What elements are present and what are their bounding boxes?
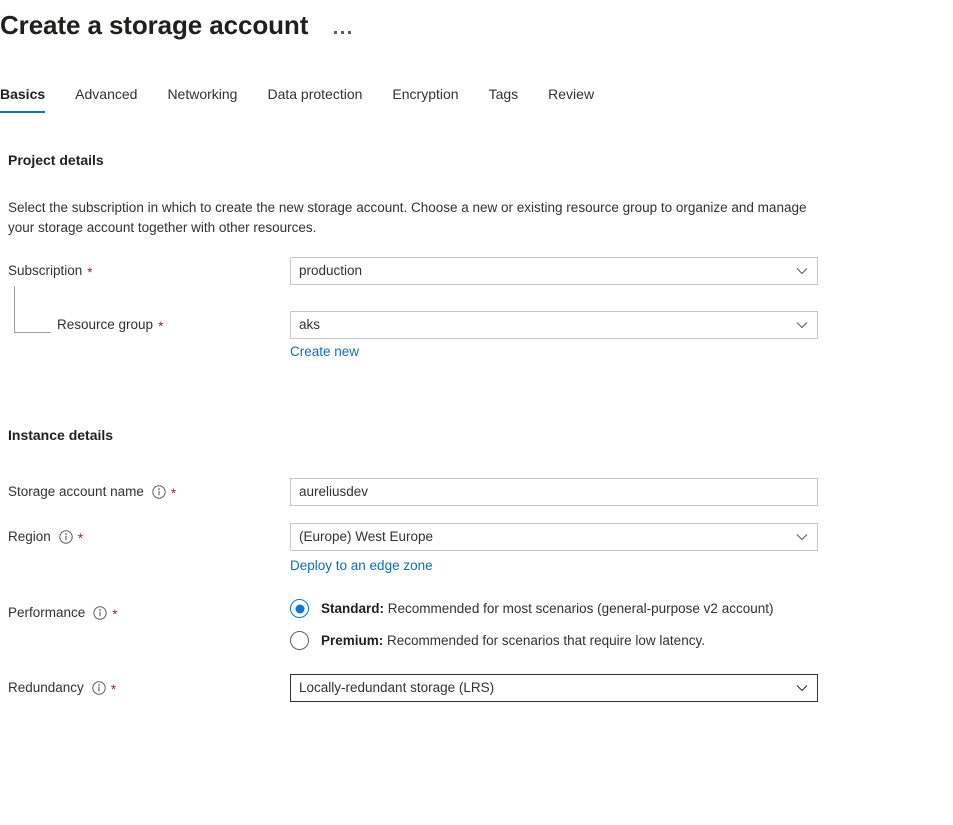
redundancy-value: Locally-redundant storage (LRS) — [299, 680, 495, 695]
subscription-control: production — [290, 257, 953, 285]
redundancy-required-asterisk: * — [110, 682, 117, 698]
performance-option-premium-name: Premium: — [321, 633, 384, 648]
resource-group-dropdown[interactable]: aks — [290, 311, 818, 339]
subscription-required-asterisk: * — [87, 265, 93, 281]
tab-networking[interactable]: Networking — [167, 84, 237, 113]
ellipsis-icon[interactable] — [334, 12, 352, 38]
radio-premium[interactable] — [290, 631, 309, 650]
storage-account-name-value: aureliusdev — [299, 484, 369, 499]
redundancy-label-text: Redundancy — [8, 680, 84, 695]
tab-encryption[interactable]: Encryption — [392, 84, 458, 113]
project-details-description: Select the subscription in which to crea… — [8, 200, 807, 235]
performance-label-text: Performance — [8, 605, 86, 620]
region-label: Region * — [0, 523, 290, 547]
performance-option-standard[interactable]: Standard: Recommended for most scenarios… — [290, 599, 953, 618]
subscription-label: Subscription * — [0, 257, 290, 281]
radio-standard[interactable] — [290, 599, 309, 618]
storage-account-name-input[interactable]: aureliusdev — [290, 478, 818, 506]
redundancy-control: Locally-redundant storage (LRS) — [290, 674, 953, 702]
region-control: (Europe) West Europe Deploy to an edge z… — [290, 523, 953, 576]
subscription-value: production — [299, 263, 363, 278]
resource-group-row: Resource group * aks Create new — [0, 286, 953, 362]
storage-account-name-label-text: Storage account name — [8, 484, 144, 499]
performance-option-standard-label: Standard: Recommended for most scenarios… — [321, 599, 773, 618]
resource-group-label: Resource group * — [0, 311, 290, 335]
region-label-text: Region — [8, 529, 51, 544]
subscription-row: Subscription * production — [0, 257, 953, 285]
performance-option-premium[interactable]: Premium: Recommended for scenarios that … — [290, 631, 953, 650]
performance-label: Performance * — [0, 599, 290, 623]
tab-review[interactable]: Review — [548, 84, 594, 113]
chevron-down-icon — [796, 531, 808, 543]
resource-group-label-text: Resource group — [57, 317, 154, 332]
redundancy-row: Redundancy * Locally-redundant storage (… — [0, 674, 953, 702]
info-icon[interactable] — [93, 606, 107, 620]
subscription-dropdown[interactable]: production — [290, 257, 818, 285]
redundancy-dropdown[interactable]: Locally-redundant storage (LRS) — [290, 674, 818, 702]
instance-details-heading: Instance details — [8, 427, 114, 443]
page-title: Create a storage account — [0, 10, 309, 40]
region-row: Region * (Europe) West Europe Deploy to … — [0, 523, 953, 576]
resource-group-control: aks Create new — [290, 311, 953, 362]
performance-option-standard-description: Recommended for most scenarios (general-… — [387, 601, 774, 616]
ellipsis-dot — [348, 31, 352, 34]
storage-account-name-required-asterisk: * — [170, 486, 177, 502]
project-details-heading: Project details — [8, 152, 104, 168]
chevron-down-icon — [796, 682, 808, 694]
chevron-down-icon — [796, 319, 808, 331]
tab-basics[interactable]: Basics — [0, 84, 46, 113]
page-header: Create a storage account — [0, 8, 352, 42]
performance-row: Performance * Standard: Recommended for … — [0, 599, 953, 650]
info-icon[interactable] — [59, 530, 73, 544]
wizard-tabs: Basics Advanced Networking Data protecti… — [0, 84, 594, 116]
performance-option-standard-name: Standard: — [321, 601, 385, 616]
info-icon[interactable] — [92, 681, 106, 695]
resource-group-value: aks — [299, 317, 321, 332]
storage-account-name-label: Storage account name * — [0, 478, 290, 502]
storage-account-name-row: Storage account name * aureliusdev — [0, 478, 953, 506]
region-value: (Europe) West Europe — [299, 529, 434, 544]
storage-account-name-control: aureliusdev — [290, 478, 953, 506]
subscription-label-text: Subscription — [8, 263, 83, 278]
basics-form: Project details Select the subscription … — [0, 150, 953, 702]
tab-tags[interactable]: Tags — [489, 84, 519, 113]
ellipsis-dot — [334, 31, 338, 34]
create-new-resource-group-link[interactable]: Create new — [290, 342, 359, 362]
resource-group-required-asterisk: * — [158, 319, 164, 335]
redundancy-label: Redundancy * — [0, 674, 290, 698]
chevron-down-icon — [796, 265, 808, 277]
region-required-asterisk: * — [77, 531, 84, 547]
deploy-to-edge-zone-link[interactable]: Deploy to an edge zone — [290, 556, 433, 576]
ellipsis-dot — [341, 31, 345, 34]
tab-data-protection[interactable]: Data protection — [267, 84, 362, 113]
region-dropdown[interactable]: (Europe) West Europe — [290, 523, 818, 551]
performance-options: Standard: Recommended for most scenarios… — [290, 599, 953, 650]
performance-option-premium-label: Premium: Recommended for scenarios that … — [321, 631, 705, 650]
performance-option-premium-description: Recommended for scenarios that require l… — [387, 633, 705, 648]
info-icon[interactable] — [152, 485, 166, 499]
tab-advanced[interactable]: Advanced — [75, 84, 137, 113]
performance-required-asterisk: * — [112, 607, 118, 623]
